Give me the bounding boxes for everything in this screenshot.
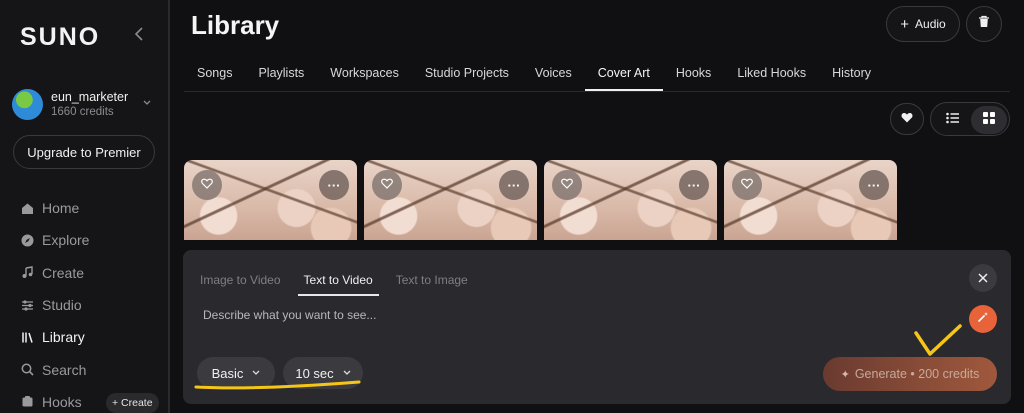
tab-text-to-image[interactable]: Text to Image — [390, 266, 474, 296]
more-icon: ··· — [507, 177, 521, 193]
create-hook-button[interactable]: + Create — [106, 392, 159, 413]
music-note-icon — [20, 266, 34, 280]
more-options-button[interactable]: ··· — [859, 170, 889, 200]
more-icon: ··· — [867, 177, 881, 193]
tab-workspaces[interactable]: Workspaces — [317, 58, 412, 91]
generate-button[interactable]: ✦ Generate • 200 credits — [823, 357, 997, 391]
more-options-button[interactable]: ··· — [499, 170, 529, 200]
composer-tabs: Image to Video Text to Video Text to Ima… — [194, 266, 485, 296]
tab-hooks[interactable]: Hooks — [663, 58, 724, 91]
trash-button[interactable] — [966, 6, 1002, 42]
collapse-sidebar-icon[interactable] — [134, 26, 150, 46]
username[interactable]: eun_marketer — [51, 90, 128, 104]
list-view-button[interactable] — [937, 107, 969, 133]
sidebar-item-create[interactable]: Create — [20, 257, 160, 289]
like-button[interactable] — [552, 170, 582, 200]
tab-image-to-video[interactable]: Image to Video — [194, 266, 287, 296]
heart-outline-icon — [561, 176, 573, 194]
home-icon — [20, 201, 34, 215]
upgrade-button[interactable]: Upgrade to Premier — [13, 135, 155, 169]
sidebar-item-home[interactable]: Home — [20, 192, 160, 224]
like-button[interactable] — [732, 170, 762, 200]
enhance-prompt-button[interactable] — [969, 305, 997, 333]
tab-cover-art[interactable]: Cover Art — [584, 58, 663, 91]
sidebar-item-label: Hooks — [42, 393, 82, 410]
chevron-down-icon — [252, 368, 260, 378]
heart-outline-icon — [741, 176, 753, 194]
tab-voices[interactable]: Voices — [522, 58, 585, 91]
suno-logo[interactable]: SUNO — [20, 23, 100, 52]
sidebar-item-studio[interactable]: Studio — [20, 289, 160, 321]
plus-icon: + — [900, 15, 910, 33]
more-options-button[interactable]: ··· — [679, 170, 709, 200]
cover-art-card[interactable]: ··· — [544, 160, 717, 240]
tab-playlists[interactable]: Playlists — [245, 58, 317, 91]
cover-art-card[interactable]: ··· — [724, 160, 897, 240]
sidebar-item-explore[interactable]: Explore — [20, 224, 160, 256]
sidebar-nav: Home Explore Create Studio Library Searc… — [20, 192, 160, 413]
tabs-divider — [184, 91, 1010, 92]
trash-icon — [978, 15, 990, 33]
view-toggle — [930, 102, 1010, 136]
sidebar-divider — [168, 0, 170, 413]
avatar[interactable] — [12, 89, 43, 120]
close-panel-button[interactable] — [969, 264, 997, 292]
heart-icon — [901, 110, 913, 128]
sidebar-item-label: Create — [42, 264, 85, 281]
chevron-down-icon[interactable] — [143, 98, 151, 108]
annotation-checkmark — [914, 324, 962, 356]
sidebar-item-label: Search — [42, 361, 87, 378]
tab-studio-projects[interactable]: Studio Projects — [412, 58, 522, 91]
prompt-input[interactable] — [203, 305, 943, 325]
chevron-down-icon — [343, 368, 351, 378]
add-audio-button[interactable]: + Audio — [886, 6, 960, 42]
tab-history[interactable]: History — [819, 58, 884, 91]
tab-songs[interactable]: Songs — [184, 58, 245, 91]
sidebar-item-label: Library — [42, 329, 85, 346]
search-icon — [20, 363, 34, 377]
sliders-icon — [20, 298, 34, 312]
grid-view-button[interactable] — [971, 106, 1007, 134]
page-title: Library — [191, 10, 280, 40]
more-options-button[interactable]: ··· — [319, 170, 349, 200]
add-audio-label: Audio — [915, 17, 946, 31]
tab-text-to-video[interactable]: Text to Video — [297, 266, 379, 296]
magic-wand-icon — [977, 310, 989, 328]
like-button[interactable] — [372, 170, 402, 200]
annotation-underline — [194, 380, 361, 390]
hooks-icon — [20, 395, 34, 409]
heart-outline-icon — [381, 176, 393, 194]
cover-art-card[interactable]: ··· — [364, 160, 537, 240]
credits-count: 1660 credits — [51, 106, 114, 118]
library-icon — [20, 330, 34, 344]
sidebar: SUNO eun_marketer 1660 credits Upgrade t… — [0, 0, 168, 413]
more-icon: ··· — [687, 177, 701, 193]
sidebar-item-label: Studio — [42, 297, 82, 314]
sparkle-icon: ✦ — [840, 368, 850, 381]
close-icon — [978, 271, 988, 286]
sidebar-item-search[interactable]: Search — [20, 353, 160, 385]
sidebar-item-library[interactable]: Library — [20, 321, 160, 353]
sidebar-item-label: Explore — [42, 232, 90, 249]
cover-art-card[interactable]: ··· — [184, 160, 357, 240]
heart-outline-icon — [201, 176, 213, 194]
list-icon — [946, 111, 960, 129]
like-button[interactable] — [192, 170, 222, 200]
sidebar-item-hooks[interactable]: Hooks + Create — [20, 386, 160, 413]
sidebar-item-label: Home — [42, 200, 80, 217]
grid-icon — [983, 111, 995, 129]
generate-label: Generate • 200 credits — [854, 367, 980, 381]
library-tabs: Songs Playlists Workspaces Studio Projec… — [184, 58, 884, 91]
more-icon: ··· — [327, 177, 341, 193]
tab-liked-hooks[interactable]: Liked Hooks — [724, 58, 819, 91]
liked-filter-button[interactable] — [890, 103, 924, 135]
compass-icon — [20, 233, 34, 247]
